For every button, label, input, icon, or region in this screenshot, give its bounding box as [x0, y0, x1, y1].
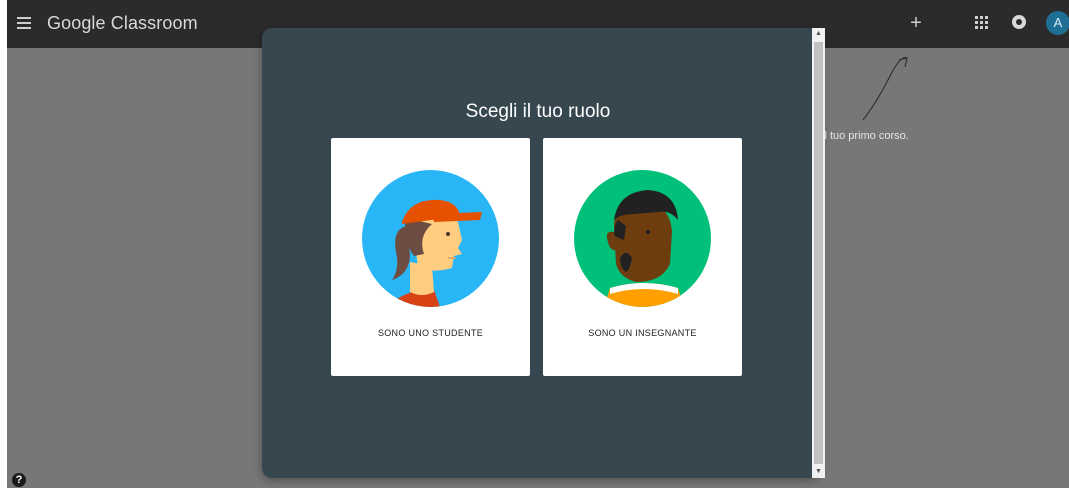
- empty-state-hint: il tuo primo corso.: [822, 130, 909, 142]
- dialog-title: Scegli il tuo ruolo: [465, 101, 611, 122]
- notifications-icon[interactable]: [1012, 15, 1026, 29]
- teacher-role-label: SONO UN INSEGNANTE: [588, 328, 697, 338]
- student-role-label: SONO UNO STUDENTE: [377, 328, 484, 338]
- scroll-down-arrow-icon[interactable]: ▼: [812, 466, 825, 478]
- teacher-avatar-illustration: [574, 170, 711, 307]
- help-icon[interactable]: ?: [12, 473, 26, 487]
- menu-icon[interactable]: [17, 17, 31, 29]
- dialog-scrollbar[interactable]: ▲ ▼: [812, 28, 825, 478]
- browser-frame: Google Classroom + A il tuo primo corso.…: [7, 0, 1069, 488]
- app-title[interactable]: Google Classroom: [47, 13, 198, 34]
- apps-grid-icon[interactable]: [975, 16, 989, 30]
- role-selection-dialog: Scegli il tuo ruolo SONO UNO STUDENTE SO…: [262, 28, 820, 478]
- create-join-class-button[interactable]: +: [903, 10, 929, 36]
- student-role-card[interactable]: SONO UNO STUDENTE: [331, 138, 530, 376]
- hint-arrow-icon: [862, 56, 908, 121]
- account-avatar[interactable]: A: [1046, 11, 1069, 35]
- student-avatar-illustration: [362, 170, 499, 307]
- scroll-up-arrow-icon[interactable]: ▲: [812, 28, 825, 40]
- teacher-role-card[interactable]: SONO UN INSEGNANTE: [543, 138, 742, 376]
- scroll-thumb[interactable]: [814, 42, 823, 464]
